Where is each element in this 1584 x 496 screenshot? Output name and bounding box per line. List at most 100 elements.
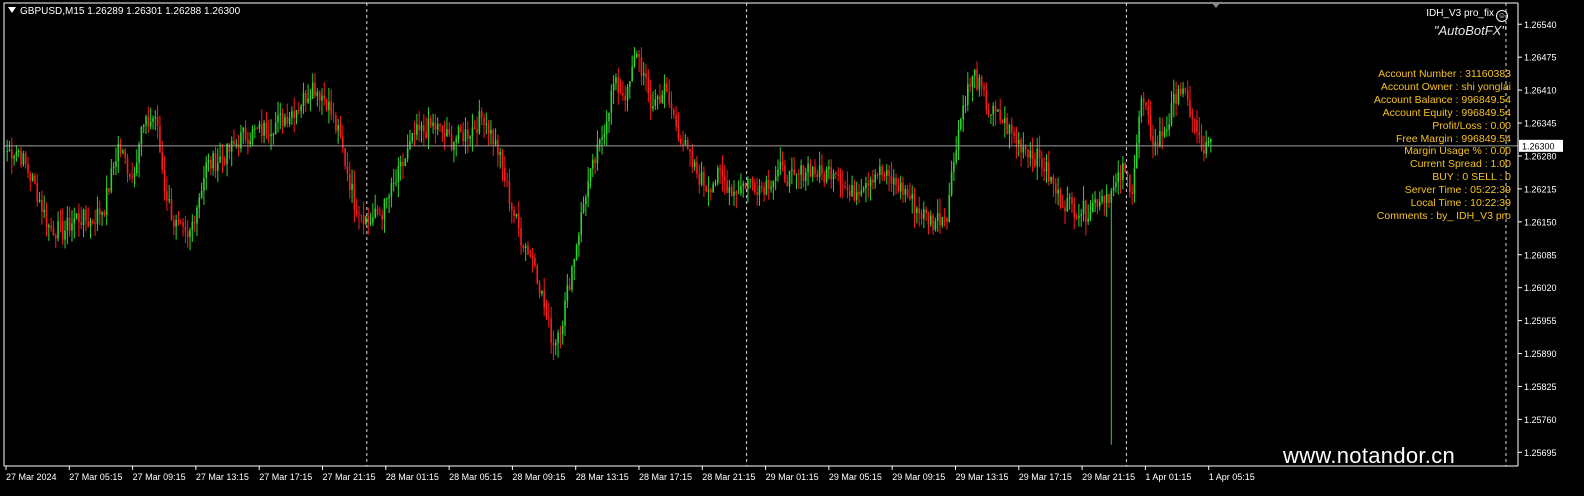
candle-body: [497, 140, 499, 155]
candle-body: [791, 169, 793, 171]
smiley-icon[interactable]: ☺: [1496, 10, 1508, 22]
candle-body: [772, 180, 775, 188]
candle-body: [566, 285, 569, 301]
candle-body: [436, 124, 439, 130]
candle-body: [385, 198, 388, 200]
candle-body: [302, 92, 305, 107]
candle-body: [307, 98, 309, 103]
candle-body: [548, 316, 550, 319]
candles: [6, 47, 1212, 445]
candle-body: [235, 143, 238, 145]
candle-body: [52, 227, 55, 236]
candle-body: [161, 151, 164, 170]
candle-body: [969, 84, 971, 87]
candle-body: [798, 173, 800, 175]
candle-body: [946, 217, 948, 222]
x-tick-label: 28 Mar 17:15: [639, 472, 692, 482]
info-line: BUY : 0 SELL : 0: [1432, 171, 1511, 184]
candle-body: [36, 183, 39, 202]
candle-body: [950, 171, 953, 195]
candle-body: [723, 176, 726, 181]
candle-body: [124, 150, 127, 158]
candle-body: [561, 325, 564, 334]
candle-body: [256, 128, 258, 130]
candle-body: [34, 175, 36, 184]
candle-body: [348, 174, 351, 190]
dropdown-icon[interactable]: [8, 7, 16, 13]
candle-body: [742, 183, 745, 186]
candle-body: [885, 170, 888, 176]
candle-body: [131, 176, 133, 178]
candle-body: [733, 191, 735, 196]
candle-body: [61, 221, 64, 240]
candle-body: [853, 184, 856, 200]
candle-body: [1129, 174, 1131, 193]
candle-body: [98, 208, 101, 215]
candle-body: [1198, 131, 1201, 136]
candle-body: [1066, 198, 1069, 212]
candle-body: [112, 166, 115, 169]
candle-body: [999, 109, 1001, 121]
candle-body: [911, 194, 914, 199]
info-line: Current Spread : 1.00: [1410, 158, 1511, 171]
candle-body: [1122, 163, 1124, 181]
expert-advisor-label[interactable]: IDH_V3 pro_fix ☺: [1426, 8, 1508, 22]
candle-body: [1008, 124, 1011, 134]
candle-body: [20, 150, 22, 165]
candle-body: [647, 77, 650, 94]
candle-body: [48, 225, 50, 228]
candle-body: [860, 191, 863, 195]
candle-body: [677, 126, 680, 140]
candle-body: [635, 54, 638, 57]
candle-body: [1041, 158, 1043, 169]
candle-body: [578, 234, 580, 246]
x-tick-label: 27 Mar 09:15: [133, 472, 186, 482]
candle-body: [332, 114, 335, 116]
y-tick-label: 1.26345: [1524, 119, 1557, 129]
candle-body: [823, 174, 826, 182]
candle-body: [957, 129, 960, 151]
candle-body: [1022, 146, 1025, 153]
candle-body: [423, 125, 425, 132]
candle-body: [899, 182, 902, 192]
chart-shift-marker[interactable]: [1211, 2, 1221, 8]
candle-body: [214, 153, 217, 172]
candle-body: [816, 173, 819, 177]
candle-body: [705, 186, 708, 192]
symbol-header[interactable]: GBPUSD,M15 1.26289 1.26301 1.26288 1.263…: [8, 6, 240, 17]
candle-body: [1138, 116, 1140, 144]
candle-body: [17, 150, 20, 153]
candle-body: [45, 209, 48, 228]
candle-body: [693, 162, 696, 168]
candle-body: [1182, 88, 1184, 94]
candle-body: [929, 215, 932, 225]
candle-body: [207, 160, 210, 163]
candle-body: [821, 165, 823, 175]
x-tick-label: 27 Mar 17:15: [259, 472, 312, 482]
ea-name: IDH_V3 pro_fix: [1426, 8, 1494, 19]
y-tick-label: 1.25695: [1524, 448, 1557, 458]
candle-body: [659, 96, 661, 103]
candle-body: [1159, 131, 1161, 146]
candle-body: [909, 196, 911, 199]
candle-body: [712, 184, 714, 193]
candle-body: [96, 208, 99, 224]
candle-body: [284, 116, 286, 126]
candle-body: [691, 151, 694, 168]
candle-body: [633, 56, 636, 67]
candle-body: [325, 99, 328, 111]
candle-body: [966, 84, 969, 105]
candle-body: [10, 149, 13, 159]
candle-body: [832, 172, 835, 180]
candle-body: [168, 199, 170, 201]
candle-body: [656, 96, 659, 100]
candle-body: [217, 162, 219, 172]
x-tick-label: 27 Mar 13:15: [196, 472, 249, 482]
candle-body: [198, 197, 201, 208]
candle-body: [786, 181, 789, 187]
candle-body: [568, 285, 571, 290]
x-tick-label: 1 Apr 05:15: [1209, 472, 1255, 482]
candle-body: [189, 229, 191, 238]
y-tick-label: 1.26020: [1524, 283, 1557, 293]
price-chart[interactable]: 1.26300 1.265401.264751.264101.263451.26…: [0, 0, 1584, 496]
